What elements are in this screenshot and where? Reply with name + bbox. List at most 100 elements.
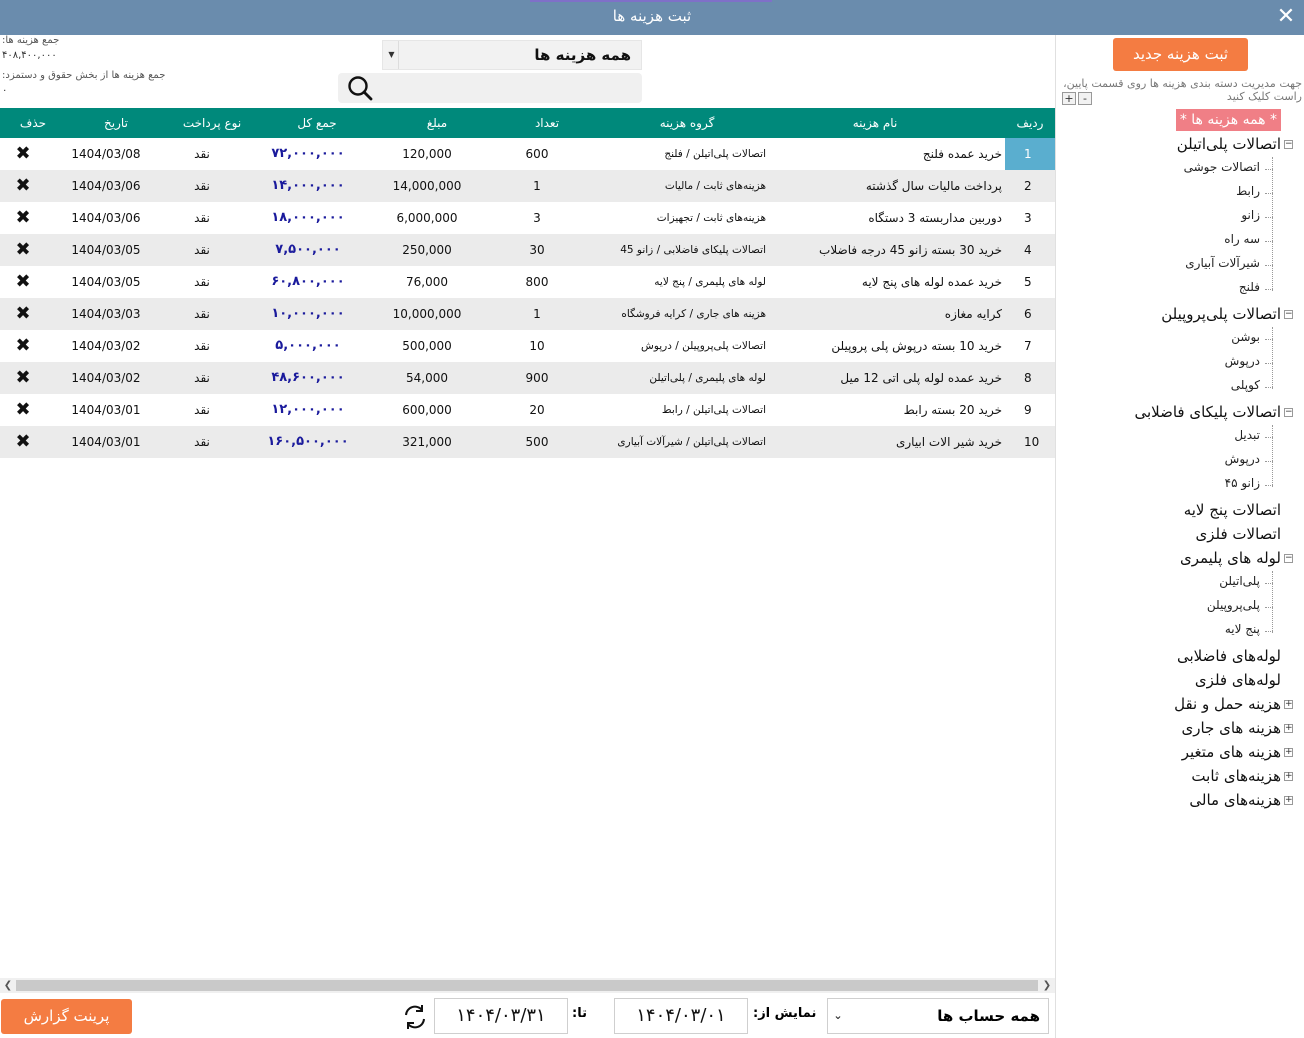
col-header-group[interactable]: گروه هزینه [612, 108, 762, 138]
table-row[interactable]: 1 خرید عمده فلنج اتصالات پلی‌اتیلن / فلنج 6… [0, 138, 1055, 170]
tree-subcategory[interactable]: پنج لایه [1225, 622, 1260, 636]
tree-subcategory[interactable]: رابط [1236, 184, 1260, 198]
table-row[interactable]: 2 پرداخت مالیات سال گذشته هزینه‌های ثابت /… [0, 170, 1055, 202]
tree-expand-icon[interactable]: + [1284, 724, 1293, 733]
tree-category[interactable]: هزینه های جاری [1181, 719, 1281, 737]
col-header-quantity[interactable]: تعداد [507, 108, 587, 138]
tree-subcategory[interactable]: شیرآلات آبیاری [1185, 256, 1260, 270]
tree-collapse-icon[interactable]: − [1284, 140, 1293, 149]
tree-root-all-expenses[interactable]: * همه هزینه ها * [1175, 109, 1281, 131]
tree-category[interactable]: لوله های پلیمری [1180, 549, 1281, 567]
tree-subcategory[interactable]: تبدیل [1234, 428, 1260, 442]
cell-total: ۴۸,۶۰۰,۰۰۰ [271, 370, 345, 385]
cell-expense-name: خرید عمده لوله های پنج لایه [861, 275, 1002, 289]
table-row[interactable]: 9 خرید 20 بسته رابط اتصالات پلی‌اتیلن / را… [0, 394, 1055, 426]
cell-total: ۱۸,۰۰۰,۰۰۰ [271, 210, 345, 225]
tree-expand-icon[interactable]: + [1284, 700, 1293, 709]
category-sidebar: ثبت هزینه جدید جهت مدیریت دسته بندی هزین… [1055, 35, 1304, 1038]
tree-category[interactable]: اتصالات پلی‌اتیلن [1177, 135, 1281, 153]
table-row[interactable]: 7 خرید 10 بسته درپوش پلی پروپیلن اتصالات پ… [0, 330, 1055, 362]
table-row[interactable]: 4 خرید 30 بسته زانو 45 درجه فاضلاب اتصالات… [0, 234, 1055, 266]
category-dropdown[interactable]: همه هزینه ها ▼ [382, 40, 642, 70]
tree-category[interactable]: هزینه‌های ثابت [1191, 767, 1281, 785]
scrollbar-thumb[interactable] [16, 980, 1038, 991]
table-row[interactable]: 10 خرید شیر الات ابیاری اتصالات پلی‌اتیلن … [0, 426, 1055, 458]
delete-icon[interactable]: ✖ [10, 234, 36, 266]
col-header-delete[interactable]: حذف [10, 108, 56, 138]
tree-expand-icon[interactable]: + [1284, 772, 1293, 781]
tree-category[interactable]: اتصالات پنج لایه [1184, 501, 1281, 519]
cell-total: ۵,۰۰۰,۰۰۰ [275, 338, 341, 353]
cell-payment-type: نقد [194, 403, 210, 417]
cell-expense-name: خرید عمده لوله پلی اتی 12 میل [840, 371, 1002, 385]
tree-category[interactable]: لوله‌های فلزی [1195, 671, 1281, 689]
table-row[interactable]: 5 خرید عمده لوله های پنج لایه لوله های پلی… [0, 266, 1055, 298]
to-date-label: تا: [572, 1006, 587, 1021]
tree-connector [1272, 327, 1273, 389]
table-row[interactable]: 8 خرید عمده لوله پلی اتی 12 میل لوله های پ… [0, 362, 1055, 394]
tree-category[interactable]: هزینه های متغیر [1182, 743, 1281, 761]
table-row[interactable]: 6 کرایه مغازه هزینه های جاری / کرایه فروشگ… [0, 298, 1055, 330]
cell-row-index: 1 [1005, 138, 1055, 170]
tree-category[interactable]: لوله‌های فاضلابی [1177, 647, 1281, 665]
dropdown-arrow-icon: ▼ [385, 41, 399, 69]
tree-category[interactable]: اتصالات پلیکای فاضلابی [1135, 403, 1282, 421]
tree-subcategory[interactable]: زانو ۴۵ [1225, 476, 1260, 490]
delete-icon[interactable]: ✖ [10, 266, 36, 298]
tree-subcategory[interactable]: کوپلی [1231, 378, 1260, 392]
cell-amount: 250,000 [402, 243, 452, 257]
tree-subcategory[interactable]: سه راه [1224, 232, 1260, 246]
table-row[interactable]: 3 دوربین مداربسته 3 دستگاه هزینه‌های ثابت … [0, 202, 1055, 234]
delete-icon[interactable]: ✖ [10, 170, 36, 202]
delete-icon[interactable]: ✖ [10, 202, 36, 234]
tree-subcategory[interactable]: اتصالات جوشی [1184, 160, 1260, 174]
tree-subcategory[interactable]: پلی‌اتیلن [1219, 574, 1260, 588]
tree-subcategory[interactable]: زانو [1241, 208, 1260, 222]
tree-expand-icon[interactable]: + [1284, 748, 1293, 757]
cell-amount: 54,000 [406, 371, 448, 385]
col-header-name[interactable]: نام هزینه [800, 108, 950, 138]
cell-row-index: 8 [1024, 371, 1032, 385]
col-header-index[interactable]: ردیف [1005, 108, 1055, 138]
collapse-all-button[interactable]: - [1078, 92, 1092, 105]
account-dropdown[interactable]: همه حساب ها ⌄ [827, 998, 1049, 1034]
tree-collapse-icon[interactable]: − [1284, 310, 1293, 319]
col-header-total[interactable]: جمع کل [267, 108, 367, 138]
tree-collapse-icon[interactable]: − [1284, 408, 1293, 417]
from-date-field[interactable]: ۱۴۰۴/۰۳/۰۱ [614, 998, 748, 1034]
delete-icon[interactable]: ✖ [10, 362, 36, 394]
tree-category[interactable]: هزینه‌های مالی [1189, 791, 1281, 809]
expand-all-button[interactable]: + [1062, 92, 1076, 105]
search-input[interactable] [382, 73, 640, 103]
cell-date: 1404/03/01 [71, 403, 141, 417]
search-icon[interactable] [344, 75, 374, 101]
delete-icon[interactable]: ✖ [10, 394, 36, 426]
refresh-icon[interactable] [400, 1002, 430, 1032]
delete-icon[interactable]: ✖ [10, 426, 36, 458]
tree-subcategory[interactable]: فلنج [1239, 280, 1260, 294]
tree-expand-icon[interactable]: + [1284, 796, 1293, 805]
scroll-right-icon[interactable]: ❯ [1040, 978, 1054, 993]
tree-subcategory[interactable]: پلی‌پروپیلن [1207, 598, 1260, 612]
new-expense-button[interactable]: ثبت هزینه جدید [1113, 38, 1248, 71]
tree-subcategory[interactable]: درپوش [1225, 452, 1260, 466]
tree-category[interactable]: اتصالات فلزی [1195, 525, 1281, 543]
col-header-date[interactable]: تاریخ [74, 108, 158, 138]
close-icon[interactable]: ✕ [1274, 5, 1298, 29]
tree-subcategory[interactable]: بوشن [1231, 330, 1260, 344]
tree-connector [1272, 425, 1273, 487]
scroll-left-icon[interactable]: ❮ [1, 978, 15, 993]
col-header-payment-type[interactable]: نوع پرداخت [170, 108, 254, 138]
tree-subcategory[interactable]: درپوش [1225, 354, 1260, 368]
horizontal-scrollbar[interactable]: ❮ ❯ [0, 978, 1055, 993]
col-header-amount[interactable]: مبلغ [387, 108, 487, 138]
tree-collapse-icon[interactable]: − [1284, 554, 1293, 563]
tree-category[interactable]: هزینه حمل و نقل [1174, 695, 1281, 713]
tree-category[interactable]: اتصالات پلی‌پروپیلن [1161, 305, 1281, 323]
delete-icon[interactable]: ✖ [10, 330, 36, 362]
delete-icon[interactable]: ✖ [10, 298, 36, 330]
to-date-field[interactable]: ۱۴۰۴/۰۳/۳۱ [434, 998, 568, 1034]
print-report-button[interactable]: پرینت گزارش [1, 999, 132, 1034]
cell-quantity: 600 [525, 147, 549, 161]
delete-icon[interactable]: ✖ [10, 138, 36, 170]
